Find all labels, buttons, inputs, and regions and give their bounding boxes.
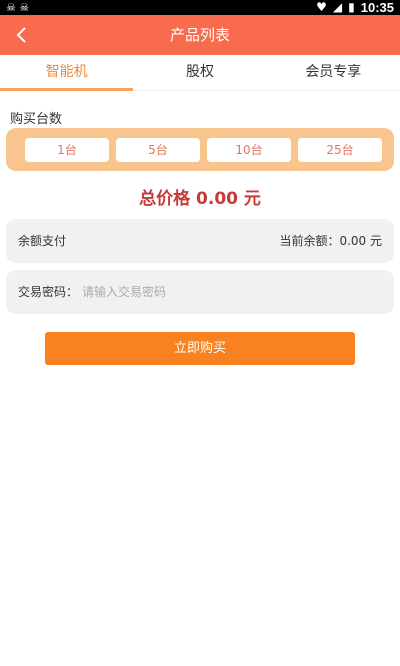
password-card: 交易密码： (6, 270, 394, 314)
total-price: 总价格 0.00 元 (139, 189, 261, 209)
app-header: 产品列表 (0, 15, 400, 55)
tab-equity[interactable]: 股权 (133, 55, 266, 90)
status-time: 10:35 (360, 0, 394, 15)
password-label: 交易密码： (18, 285, 79, 299)
quantity-option-5[interactable]: 5台 (116, 137, 200, 162)
system-indicators: ♥ ◢ ▮ 10:35 (316, 0, 394, 15)
buy-now-button[interactable]: 立即购买 (45, 332, 355, 365)
quantity-section-label: 购买台数 (10, 112, 63, 127)
page-title: 产品列表 (169, 26, 230, 44)
balance-payment-option[interactable]: 余额支付 当前余额：0.00 元 (6, 219, 394, 263)
status-bar: ☠ ☠ ♥ ◢ ▮ 10:35 (0, 0, 400, 15)
notification-icons: ☠ ☠ (6, 1, 30, 14)
quantity-option-10[interactable]: 10台 (207, 137, 291, 162)
tab-member-exclusive[interactable]: 会员专享 (267, 55, 400, 90)
current-balance: 当前余额：0.00 元 (279, 234, 382, 248)
quantity-option-1[interactable]: 1台 (25, 137, 109, 162)
tab-bar: 智能机 股权 会员专享 (0, 55, 400, 91)
quantity-option-25[interactable]: 25台 (298, 137, 382, 162)
wifi-icon: ♥ (316, 0, 327, 14)
battery-icon: ▮ (348, 0, 355, 14)
payment-method-label: 余额支付 (18, 234, 67, 248)
tab-smart-machine[interactable]: 智能机 (0, 55, 134, 91)
signal-icon: ◢ (332, 0, 343, 14)
trade-password-input[interactable] (82, 282, 372, 302)
quantity-selector: 1台 5台 10台 25台 (6, 128, 394, 171)
